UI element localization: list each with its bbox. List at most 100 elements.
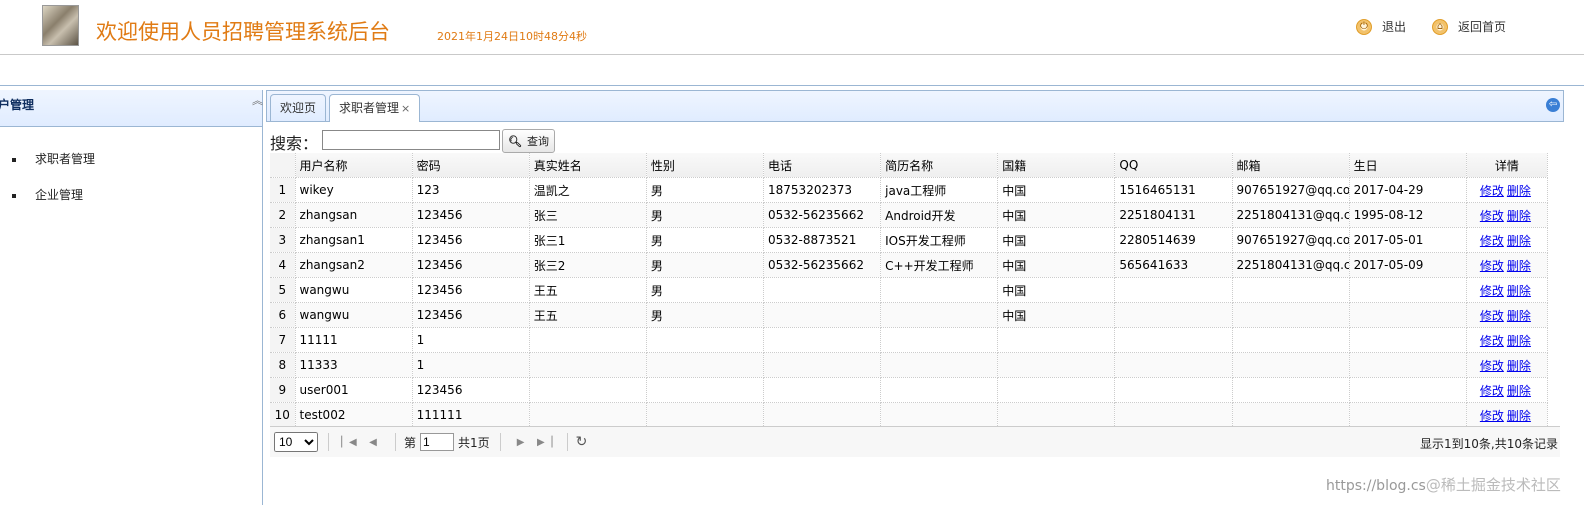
row-actions: 修改 删除 [1466, 252, 1549, 278]
delete-link[interactable]: 删除 [1507, 334, 1531, 348]
column-header[interactable]: 生日 [1349, 153, 1467, 178]
table-cell [880, 277, 999, 303]
tab-scroll-icon[interactable]: ⇦ [1546, 98, 1560, 112]
row-number: 4 [270, 252, 296, 278]
table-cell [529, 377, 647, 403]
logout-button[interactable]: ⏻ 退出 [1356, 18, 1406, 35]
edit-link[interactable]: 修改 [1480, 309, 1504, 323]
row-number: 3 [270, 227, 296, 253]
refresh-icon[interactable]: ↻ [576, 434, 588, 450]
table-cell: 0532-56235662 [763, 202, 882, 228]
edit-link[interactable]: 修改 [1480, 234, 1504, 248]
row-actions: 修改 删除 [1466, 202, 1549, 228]
table-cell [763, 352, 882, 378]
collapse-icon[interactable]: ︽ [252, 92, 263, 108]
tab-welcome[interactable]: 欢迎页 [270, 94, 327, 121]
table-cell [763, 402, 882, 428]
column-header[interactable]: 简历名称 [880, 153, 999, 178]
edit-link[interactable]: 修改 [1480, 384, 1504, 398]
column-header[interactable]: 性别 [646, 153, 765, 178]
delete-link[interactable]: 删除 [1507, 384, 1531, 398]
delete-link[interactable]: 删除 [1507, 209, 1531, 223]
close-icon[interactable]: × [401, 102, 410, 115]
page-number-input[interactable] [420, 433, 455, 451]
table-cell [763, 302, 882, 328]
table-cell: wangwu [295, 302, 413, 328]
column-header[interactable]: 用户名称 [295, 153, 413, 178]
column-header[interactable]: QQ [1114, 153, 1233, 178]
search-input[interactable] [322, 130, 500, 150]
sidebar-header: 户管理 ︽ [0, 90, 263, 127]
table-cell: IOS开发工程师 [880, 227, 999, 253]
delete-link[interactable]: 删除 [1507, 409, 1531, 423]
table-row[interactable]: 5 wangwu 123456 王五男 中国 修改 删除 [270, 277, 1549, 303]
table-row[interactable]: 8 11333 1 修改 删除 [270, 352, 1549, 378]
column-header[interactable]: 密码 [412, 153, 530, 178]
table-row[interactable]: 2 zhangsan 123456 张三男 0532-56235662 Android开发… [270, 202, 1549, 228]
table-cell: 张三 [529, 202, 647, 228]
table-row[interactable]: 10 test002 111111 修改 删除 [270, 402, 1549, 428]
table-row[interactable]: 1 wikey 123 温凯之男 18753202373 java工程师 中国 1516465… [270, 177, 1549, 203]
column-header[interactable]: 真实姓名 [529, 153, 647, 178]
page-size-select[interactable]: 10 [274, 432, 318, 452]
row-number-header [270, 153, 296, 178]
tab-jobseekers[interactable]: 求职者管理 × [329, 94, 421, 122]
table-cell: zhangsan [295, 202, 413, 228]
table-cell: 123 [412, 177, 530, 203]
column-header[interactable]: 详情 [1466, 153, 1549, 178]
avatar [42, 5, 79, 46]
edit-link[interactable]: 修改 [1480, 184, 1504, 198]
edit-link[interactable]: 修改 [1480, 284, 1504, 298]
table-cell [529, 327, 647, 353]
delete-link[interactable]: 删除 [1507, 284, 1531, 298]
jobseeker-table: 用户名称 密码 真实姓名 性别 电话 简历名称 国籍 QQ 邮箱 生日 详情 1… [270, 153, 1549, 428]
column-header[interactable]: 电话 [763, 153, 882, 178]
table-cell: 123456 [412, 227, 530, 253]
column-header[interactable]: 国籍 [997, 153, 1116, 178]
table-row[interactable]: 4 zhangsan2 123456 张三2 男 0532-56235662 C++开发工程… [270, 252, 1549, 278]
table-cell: C++开发工程师 [880, 252, 999, 278]
table-cell: 张三1 [529, 227, 647, 253]
table-cell [880, 327, 999, 353]
table-cell: 1 [412, 352, 530, 378]
edit-link[interactable]: 修改 [1480, 334, 1504, 348]
edit-link[interactable]: 修改 [1480, 409, 1504, 423]
edit-link[interactable]: 修改 [1480, 209, 1504, 223]
prev-page-icon[interactable]: ◀ [364, 437, 382, 448]
query-button[interactable]: 🔍︎ 查询 [502, 129, 555, 153]
delete-link[interactable]: 删除 [1507, 359, 1531, 373]
table-cell [646, 402, 765, 428]
table-cell: 男 [646, 252, 765, 278]
first-page-icon[interactable]: ▏◀ [340, 437, 358, 448]
table-cell: 1995-08-12 [1349, 202, 1467, 228]
column-header[interactable]: 邮箱 [1232, 153, 1350, 178]
search-icon: 🔍︎ [508, 134, 522, 148]
next-page-icon[interactable]: ▶ [512, 437, 530, 448]
table-cell [997, 327, 1116, 353]
row-actions: 修改 删除 [1466, 402, 1549, 428]
home-button[interactable]: ⌂ 返回首页 [1432, 18, 1506, 35]
table-row[interactable]: 9 user001 123456 修改 删除 [270, 377, 1549, 403]
sidebar-item-companies[interactable]: 企业管理 [12, 186, 83, 203]
delete-link[interactable]: 删除 [1507, 184, 1531, 198]
table-cell [1114, 277, 1233, 303]
table-cell [763, 327, 882, 353]
pager-divider [499, 433, 501, 451]
header-spacer [0, 55, 1584, 86]
table-cell: 2017-05-09 [1349, 252, 1467, 278]
delete-link[interactable]: 删除 [1507, 309, 1531, 323]
edit-link[interactable]: 修改 [1480, 259, 1504, 273]
table-cell [997, 377, 1116, 403]
table-row[interactable]: 6 wangwu 123456 王五男 中国 修改 删除 [270, 302, 1549, 328]
row-number: 10 [270, 402, 296, 428]
table-row[interactable]: 7 11111 1 修改 删除 [270, 327, 1549, 353]
table-cell [1349, 327, 1467, 353]
last-page-icon[interactable]: ▶▕ [536, 437, 554, 448]
table-cell: 0532-56235662 [763, 252, 882, 278]
edit-link[interactable]: 修改 [1480, 359, 1504, 373]
delete-link[interactable]: 删除 [1507, 234, 1531, 248]
delete-link[interactable]: 删除 [1507, 259, 1531, 273]
bullet-icon [12, 193, 16, 198]
table-row[interactable]: 3 zhangsan1 123456 张三1 男 0532-8873521 IOS开发工程师… [270, 227, 1549, 253]
sidebar-item-jobseekers[interactable]: 求职者管理 [12, 150, 95, 167]
